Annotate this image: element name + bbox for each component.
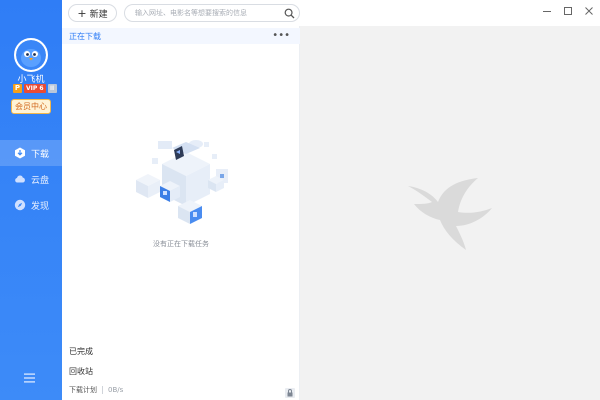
finished-link[interactable]: 已完成 xyxy=(69,346,93,357)
vip-badges: P VIP 6 Ⅲ xyxy=(13,84,57,93)
nav-label: 下载 xyxy=(31,149,50,160)
new-task-button[interactable]: + 新建 xyxy=(68,4,117,22)
empty-state-illustration xyxy=(134,136,230,226)
empty-message: 没有正在下载任务 xyxy=(153,240,209,248)
new-label: 新建 xyxy=(89,9,108,20)
downloading-section-header: 正在下载 ••• xyxy=(62,28,300,44)
section-title[interactable]: 正在下载 xyxy=(69,31,101,42)
search-placeholder: 输入网址、电影名等想要搜索的信息 xyxy=(135,9,247,17)
sidebar: 小飞机 P VIP 6 Ⅲ 会员中心 下载 云盘 发现 xyxy=(0,0,62,400)
plus-icon: + xyxy=(77,6,87,20)
detail-panel xyxy=(300,26,600,400)
close-icon[interactable] xyxy=(584,6,594,16)
nav-item-cloud[interactable]: 云盘 xyxy=(0,166,62,192)
bird-avatar-icon xyxy=(16,40,46,70)
nav-item-discover[interactable]: 发现 xyxy=(0,192,62,218)
compass-icon xyxy=(14,199,26,211)
hummingbird-logo-icon xyxy=(408,178,492,250)
divider xyxy=(102,386,103,394)
minimize-icon[interactable] xyxy=(542,6,552,16)
nav-item-download[interactable]: 下载 xyxy=(0,140,62,166)
search-icon[interactable] xyxy=(284,8,295,19)
member-center-button[interactable]: 会员中心 xyxy=(11,99,51,114)
vip-p-icon: P xyxy=(13,84,22,93)
nav-label: 发现 xyxy=(31,201,50,212)
download-icon xyxy=(14,147,26,159)
download-panel: 正在下载 ••• 没有正在下载任务 已完成 回收站 下载计划 0B/s xyxy=(62,26,300,400)
nav-label: 云盘 xyxy=(31,175,50,186)
vip-level-badge: VIP 6 xyxy=(24,84,46,93)
cloud-icon xyxy=(14,173,26,185)
super-vip-icon: Ⅲ xyxy=(47,84,57,93)
hamburger-menu-icon[interactable] xyxy=(23,369,37,383)
maximize-icon[interactable] xyxy=(563,6,573,16)
boxes-illustration-icon xyxy=(136,140,228,224)
recycle-bin-link[interactable]: 回收站 xyxy=(69,366,93,377)
download-speed: 0B/s xyxy=(108,386,124,394)
lock-icon[interactable] xyxy=(284,384,296,398)
search-input[interactable]: 输入网址、电影名等想要搜索的信息 xyxy=(124,4,300,22)
footer-status: 下载计划 0B/s xyxy=(69,385,123,395)
more-options-icon[interactable]: ••• xyxy=(272,30,290,41)
nav-menu: 下载 云盘 发现 xyxy=(0,140,62,218)
download-plan-link[interactable]: 下载计划 xyxy=(69,385,97,395)
window-controls xyxy=(542,6,594,16)
avatar[interactable] xyxy=(14,38,48,72)
